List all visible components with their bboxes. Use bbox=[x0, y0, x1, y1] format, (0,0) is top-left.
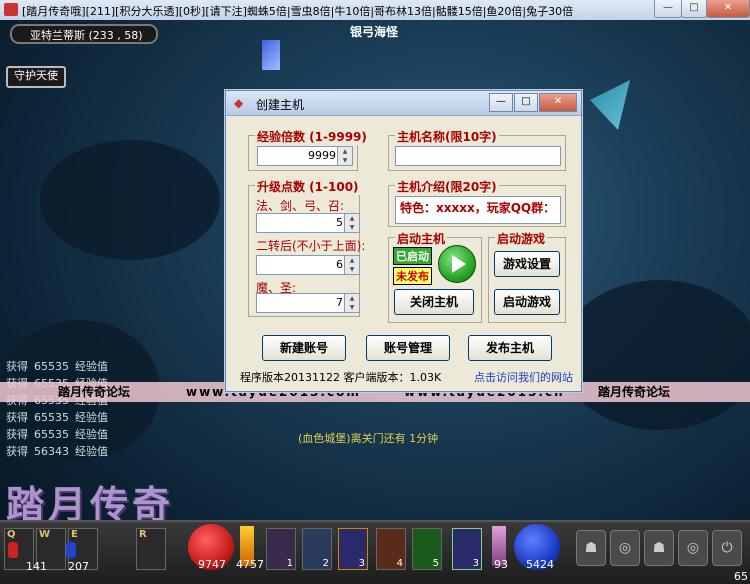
host-intro-group: 主机介绍(限20字) 特色：xxxxx，玩家QQ群： bbox=[388, 178, 566, 227]
hp-potion-count: 141 bbox=[26, 560, 47, 573]
skill-slot-2[interactable]: 2 bbox=[302, 528, 332, 570]
maximize-button[interactable]: □ bbox=[681, 0, 707, 18]
location-display: 亚特兰蒂斯 (233 , 58) bbox=[10, 24, 158, 44]
sea-monster-shape bbox=[590, 80, 630, 130]
rock-shape bbox=[40, 140, 220, 260]
exp-log-value: 65535 bbox=[34, 411, 69, 424]
character-icon[interactable]: ☗ bbox=[576, 530, 606, 566]
skill-effect-icon bbox=[262, 40, 280, 70]
class1-label: 法、剑、弓、召: bbox=[256, 199, 345, 213]
start-game-group-title: 启动游戏 bbox=[495, 230, 548, 247]
inventory-icon[interactable]: ◎ bbox=[610, 530, 640, 566]
status-unpublished-badge: 未发布 bbox=[393, 267, 432, 285]
host-intro-input[interactable]: 特色：xxxxx，玩家QQ群： bbox=[395, 196, 561, 224]
dialog-title-bar: ◆ 创建主机 — □ ✕ bbox=[226, 91, 581, 116]
skill-slot-3[interactable]: 3 bbox=[338, 528, 368, 570]
window-title: [踏月传奇哦][211][积分大乐透][0秒][请下注]蜘蛛5倍|雪虫8倍|牛1… bbox=[22, 5, 574, 18]
exp-log-value: 65535 bbox=[34, 360, 69, 373]
new-account-button[interactable]: 新建账号 bbox=[262, 335, 346, 361]
exp-log-unit: 经验值 bbox=[75, 445, 108, 458]
hp-extra-value: 4757 bbox=[236, 558, 264, 571]
status-started-badge: 已启动 bbox=[393, 247, 432, 265]
minimize-button[interactable]: — bbox=[654, 0, 682, 18]
npc-name: 银弓海怪 bbox=[350, 25, 399, 39]
spinner-arrows-icon[interactable]: ▲ ▼ bbox=[344, 214, 359, 232]
exp-log-label: 获得 bbox=[6, 445, 28, 458]
dialog-minimize-button[interactable]: — bbox=[489, 93, 513, 112]
skill-slot-4[interactable]: 4 bbox=[376, 528, 406, 570]
exp-log-unit: 经验值 bbox=[75, 428, 108, 441]
close-button[interactable]: ✕ bbox=[706, 0, 750, 18]
mp-potion-count: 207 bbox=[68, 560, 89, 573]
hotkey-slot-r[interactable]: R bbox=[136, 528, 166, 570]
mp-potion-icon bbox=[66, 542, 76, 558]
exp-log-entry: 获得 56343 经验值 bbox=[6, 443, 126, 459]
host-name-input[interactable] bbox=[395, 146, 561, 166]
exp-log-entry: 获得 65535 经验值 bbox=[6, 426, 126, 442]
spinner-arrows-icon[interactable]: ▲ ▼ bbox=[344, 256, 359, 274]
version-text: 程序版本20131122 客户端版本：1.03K bbox=[240, 371, 442, 384]
website-link[interactable]: 点击访问我们的网站 bbox=[474, 369, 573, 385]
exp-group-title: 经验倍数 (1-9999) bbox=[255, 128, 369, 145]
mp-level-value: 93 bbox=[494, 558, 508, 571]
exp-log-value: 65535 bbox=[34, 428, 69, 441]
account-manage-button[interactable]: 账号管理 bbox=[366, 335, 450, 361]
game-settings-button[interactable]: 游戏设置 bbox=[494, 251, 560, 277]
spinner-arrows-icon[interactable]: ▲ ▼ bbox=[337, 147, 352, 165]
publish-host-button[interactable]: 发布主机 bbox=[468, 335, 552, 361]
create-host-dialog: ◆ 创建主机 — □ ✕ 经验倍数 (1-9999) 9999 ▲ ▼ 主机名称(限1… bbox=[225, 90, 582, 392]
dialog-close-button[interactable]: ✕ bbox=[539, 93, 577, 112]
rock-shape bbox=[560, 280, 750, 430]
skill-slot-5[interactable]: 5 bbox=[412, 528, 442, 570]
exp-log-entry: 获得 65535 经验值 bbox=[6, 409, 126, 425]
dialog-maximize-button[interactable]: □ bbox=[514, 93, 538, 112]
host-name-group-title: 主机名称(限10字) bbox=[395, 128, 499, 145]
exp-spinner[interactable]: 9999 ▲ ▼ bbox=[257, 146, 353, 166]
mp-value: 5424 bbox=[526, 558, 554, 571]
hp-value: 9747 bbox=[198, 558, 226, 571]
dialog-title: 创建主机 bbox=[256, 98, 305, 112]
guard-angel-button[interactable]: 守护天使 bbox=[6, 66, 66, 88]
exp-log-unit: 经验值 bbox=[75, 360, 108, 373]
options-icon[interactable]: ◎ bbox=[678, 530, 708, 566]
exp-log-label: 获得 bbox=[6, 360, 28, 373]
spinner-arrows-icon[interactable]: ▲ ▼ bbox=[344, 294, 359, 312]
exp-log-entry: 获得 65535 经验值 bbox=[6, 358, 126, 374]
exp-log-value: 56343 bbox=[34, 445, 69, 458]
power-icon[interactable]: ⏻ bbox=[712, 530, 742, 566]
class3-spinner[interactable]: 7 ▲ ▼ bbox=[256, 293, 360, 313]
window-title-bar: [踏月传奇哦][211][积分大乐透][0秒][请下注]蜘蛛5倍|雪虫8倍|牛1… bbox=[0, 0, 750, 21]
class2-spinner[interactable]: 6 ▲ ▼ bbox=[256, 255, 360, 275]
exp-log-unit: 经验值 bbox=[75, 411, 108, 424]
close-host-button[interactable]: 关闭主机 bbox=[394, 289, 474, 315]
host-intro-group-title: 主机介绍(限20字) bbox=[395, 178, 499, 195]
exp-log-label: 获得 bbox=[6, 411, 28, 424]
gate-notice: (血色城堡)离关门还有 1分钟 bbox=[298, 432, 439, 445]
class2-label: 二转后(不小于上面): bbox=[256, 239, 366, 253]
skill-slot-1[interactable]: 1 bbox=[266, 528, 296, 570]
start-game-button[interactable]: 启动游戏 bbox=[494, 289, 560, 315]
hud-bar: Q W E R 141 207 9747 4757 1 2 3 4 5 3 93… bbox=[0, 520, 750, 584]
skill-slot-6[interactable]: 3 bbox=[452, 528, 482, 570]
banner-text: 踏月传奇论坛 bbox=[598, 385, 671, 399]
exp-group: 经验倍数 (1-9999) 9999 ▲ ▼ bbox=[248, 128, 369, 171]
exp-log-label: 获得 bbox=[6, 428, 28, 441]
host-name-group: 主机名称(限10字) bbox=[388, 128, 566, 171]
diamond-icon: ◆ bbox=[234, 96, 244, 110]
play-icon[interactable] bbox=[438, 245, 476, 283]
skill-menu-icon[interactable]: ☗ bbox=[644, 530, 674, 566]
banner-text: 踏月传奇论坛 bbox=[58, 385, 131, 399]
app-icon bbox=[4, 3, 18, 16]
hp-potion-icon bbox=[8, 542, 18, 558]
start-host-group-title: 启动主机 bbox=[395, 230, 448, 247]
level-value: 65 bbox=[734, 570, 748, 583]
class1-spinner[interactable]: 5 ▲ ▼ bbox=[256, 213, 360, 233]
upgrade-group-title: 升级点数 (1-100) bbox=[255, 178, 361, 195]
